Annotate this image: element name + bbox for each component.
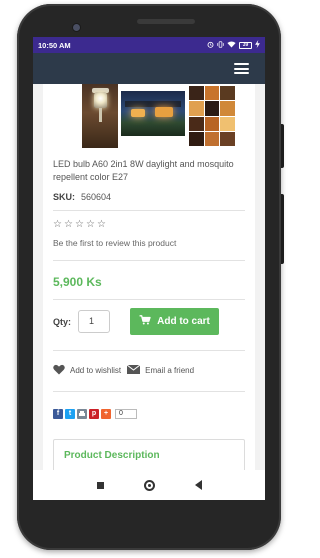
- email-label: Email a friend: [145, 366, 195, 375]
- garden-lamp-image[interactable]: [82, 84, 118, 148]
- heart-icon: [53, 364, 65, 377]
- status-bar: 10:50 AM 39: [33, 37, 265, 53]
- product-page: LED bulb A60 2in1 8W daylight and mosqui…: [33, 84, 265, 490]
- hamburger-menu-icon[interactable]: [234, 63, 249, 74]
- divider: [53, 391, 245, 392]
- phone-speaker: [137, 19, 195, 24]
- more-share-icon[interactable]: +: [101, 409, 111, 419]
- review-prompt-link[interactable]: Be the first to review this product: [53, 238, 176, 248]
- status-time: 10:50 AM: [38, 40, 71, 50]
- facebook-share-icon[interactable]: f: [53, 409, 63, 419]
- product-card: LED bulb A60 2in1 8W daylight and mosqui…: [43, 84, 255, 490]
- add-to-wishlist-link[interactable]: Add to wishlist: [53, 364, 121, 377]
- volume-button: [281, 194, 284, 264]
- envelope-icon: [126, 364, 141, 376]
- power-button: [281, 124, 284, 168]
- wishlist-label: Add to wishlist: [70, 366, 122, 375]
- share-buttons: f t p + 0: [53, 409, 137, 419]
- twitter-share-icon[interactable]: t: [65, 409, 75, 419]
- lighting-collage-image[interactable]: [189, 86, 235, 146]
- share-count: 0: [115, 409, 137, 419]
- quantity-input[interactable]: 1: [78, 310, 110, 333]
- sku-value: 560604: [81, 192, 112, 202]
- add-to-cart-button[interactable]: Add to cart: [130, 308, 219, 335]
- house-night-image[interactable]: [121, 91, 185, 136]
- star-icon: ☆: [86, 219, 95, 230]
- email-a-friend-link[interactable]: Email a friend: [126, 364, 195, 376]
- rating-stars[interactable]: ☆ ☆ ☆ ☆ ☆: [53, 220, 107, 230]
- product-gallery: [53, 84, 245, 148]
- sku-label: SKU:: [53, 192, 75, 202]
- cart-icon: [139, 315, 151, 328]
- back-button[interactable]: [194, 480, 202, 490]
- android-nav-bar: [33, 470, 265, 500]
- vibrate-icon: [217, 40, 224, 50]
- pinterest-share-icon[interactable]: p: [89, 409, 99, 419]
- status-icons: 39: [207, 40, 260, 50]
- divider: [53, 299, 245, 300]
- divider: [53, 260, 245, 261]
- star-icon: ☆: [75, 219, 84, 230]
- product-price: 5,900 Ks: [53, 275, 102, 289]
- charging-icon: [255, 40, 260, 50]
- app-bar: [33, 53, 265, 84]
- home-button[interactable]: [143, 479, 155, 491]
- battery-icon: 39: [239, 41, 252, 49]
- product-actions: Add to wishlist Email a friend: [53, 364, 200, 377]
- wifi-icon: [227, 41, 236, 50]
- product-title: LED bulb A60 2in1 8W daylight and mosqui…: [53, 159, 234, 182]
- product-sku: SKU: 560604: [53, 192, 245, 202]
- add-to-cart-label: Add to cart: [157, 316, 210, 327]
- product-description-title: Product Description: [64, 450, 160, 461]
- print-share-icon[interactable]: [77, 409, 87, 419]
- qty-label: Qty:: [53, 317, 71, 327]
- phone-screen: 10:50 AM 39 LED bulb A60 2in1 8W dayligh…: [33, 37, 265, 500]
- phone-camera: [73, 24, 80, 31]
- star-icon: ☆: [53, 219, 62, 230]
- divider: [53, 350, 245, 351]
- star-icon: ☆: [64, 219, 73, 230]
- recent-apps-button[interactable]: [96, 481, 104, 489]
- divider: [53, 210, 245, 211]
- alarm-icon: [207, 41, 214, 50]
- star-icon: ☆: [97, 219, 106, 230]
